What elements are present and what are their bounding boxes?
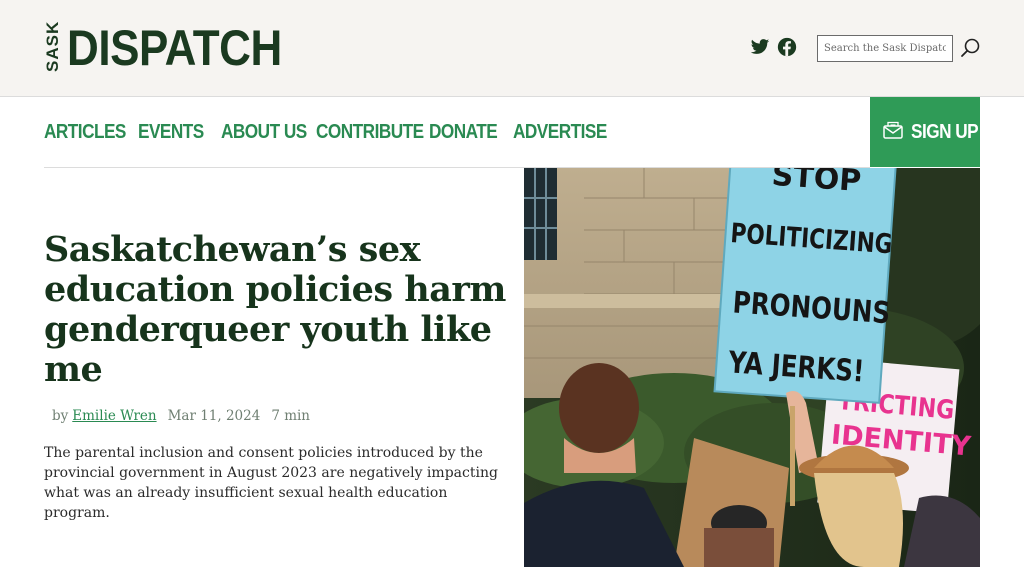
article-summary: The parental inclusion and consent polic…	[44, 445, 498, 521]
sign-up-label: SIGN UP	[911, 120, 979, 143]
main-nav: ARTICLES EVENTS ABOUT US CONTRIBUTE DONA…	[44, 97, 607, 167]
logo-dispatch-text: DISPATCH	[67, 20, 282, 76]
nav-item-articles[interactable]: ARTICLES	[44, 121, 126, 144]
read-time: 7 min	[271, 408, 311, 424]
site-logo[interactable]: SASK DISPATCH	[43, 20, 311, 76]
nav-item-events[interactable]: EVENTS	[138, 121, 209, 144]
search-input[interactable]	[817, 35, 953, 62]
sign-up-button[interactable]: SIGN UP	[870, 97, 980, 167]
search-icon[interactable]	[959, 37, 981, 59]
twitter-icon[interactable]	[750, 37, 770, 57]
nav-item-about-us[interactable]: ABOUT US	[221, 121, 307, 144]
article-byline: by Emilie Wren Mar 11, 2024 7 min	[52, 408, 310, 424]
author-link[interactable]: Emilie Wren	[72, 408, 156, 424]
byline-prefix: by	[52, 408, 69, 424]
logo-sask-text: SASK	[43, 20, 62, 72]
publish-date: Mar 11, 2024	[167, 408, 261, 424]
facebook-icon[interactable]	[777, 37, 797, 57]
nav-item-advertise[interactable]: ADVERTISE	[513, 121, 607, 144]
envelope-icon	[883, 121, 903, 143]
article-headline[interactable]: Saskatchewan’s sex education policies ha…	[44, 230, 514, 390]
nav-item-donate[interactable]: DONATE	[429, 121, 501, 144]
article-hero-image[interactable]: TRICTING IDENTITY STOP POLITICIZING PRON…	[524, 168, 980, 567]
nav-item-contribute[interactable]: CONTRIBUTE	[316, 121, 424, 144]
site-header: SASK DISPATCH	[0, 0, 1024, 97]
